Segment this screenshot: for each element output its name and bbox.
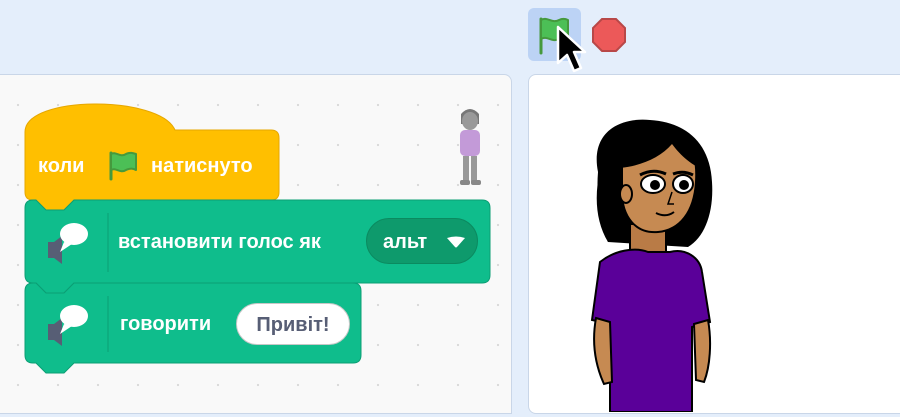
- text-to-speech-icon: [42, 218, 90, 266]
- voice-dropdown[interactable]: альт: [366, 218, 478, 264]
- text-to-speech-icon: [42, 300, 90, 348]
- speak-text-input[interactable]: Привіт!: [236, 303, 350, 345]
- chevron-down-icon: [447, 236, 465, 248]
- stop-icon: [592, 18, 626, 52]
- speak-label: говорити: [120, 313, 212, 335]
- set-voice-label: встановити голос як: [118, 231, 321, 253]
- event-suffix-label: натиснуто: [151, 155, 253, 177]
- green-flag-icon: [106, 149, 140, 183]
- event-prefix-label: коли: [38, 155, 85, 177]
- sprite-character[interactable]: [560, 112, 750, 413]
- mouse-pointer-icon: [555, 25, 587, 77]
- stop-button[interactable]: [591, 17, 627, 53]
- voice-dropdown-value: альт: [383, 231, 428, 253]
- speak-text-value: Привіт!: [256, 314, 330, 336]
